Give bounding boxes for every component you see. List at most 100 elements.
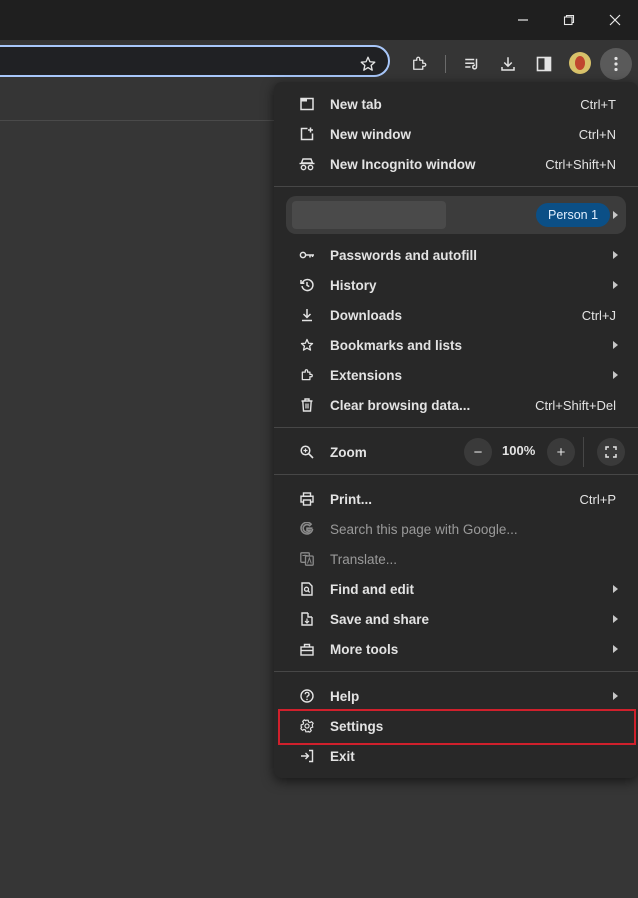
address-bar[interactable] <box>0 45 390 77</box>
menu-item-downloads[interactable]: Downloads Ctrl+J <box>274 300 638 330</box>
fullscreen-icon <box>605 446 617 458</box>
avatar[interactable] <box>569 52 591 74</box>
menu-label: New Incognito window <box>330 156 476 172</box>
print-icon <box>298 490 316 508</box>
title-bar <box>0 0 638 40</box>
zoom-label-item: Zoom <box>274 437 454 467</box>
menu-item-save-and-share[interactable]: Save and share <box>274 604 638 634</box>
key-icon <box>298 246 316 264</box>
toolbar <box>0 40 638 88</box>
chevron-right-icon <box>613 645 618 653</box>
close-button[interactable] <box>592 0 638 40</box>
profile-row[interactable]: Person 1 <box>286 196 626 234</box>
trash-icon <box>298 396 316 414</box>
chevron-right-icon <box>613 211 618 219</box>
menu-label: Translate... <box>330 551 398 567</box>
chevron-right-icon <box>613 341 618 349</box>
minimize-button[interactable] <box>500 0 546 40</box>
zoom-icon <box>298 443 316 461</box>
menu-label: Print... <box>330 491 373 507</box>
menu-label: Find and edit <box>330 581 414 597</box>
menu-label: More tools <box>330 641 399 657</box>
zoom-in-button[interactable]: + <box>547 438 575 466</box>
chrome-menu: New tab Ctrl+T New window Ctrl+N New Inc… <box>274 82 638 778</box>
more-vert-icon <box>614 56 618 72</box>
menu-separator <box>274 474 638 475</box>
menu-label: Zoom <box>330 444 367 460</box>
save-share-icon <box>298 610 316 628</box>
menu-item-passwords-autofill[interactable]: Passwords and autofill <box>274 240 638 270</box>
menu-shortcut: Ctrl+Shift+N <box>545 156 616 172</box>
chevron-right-icon <box>613 615 618 623</box>
menu-item-find-and-edit[interactable]: Find and edit <box>274 574 638 604</box>
download-icon <box>501 57 515 71</box>
menu-label: Help <box>330 688 360 704</box>
menu-shortcut: Ctrl+Shift+Del <box>535 397 616 413</box>
zoom-divider <box>583 437 584 467</box>
history-icon <box>298 276 316 294</box>
menu-separator <box>274 671 638 672</box>
toolbox-icon <box>298 640 316 658</box>
zoom-row: Zoom − 100% + <box>274 435 638 469</box>
exit-icon <box>298 747 316 765</box>
menu-shortcut: Ctrl+T <box>580 96 616 112</box>
extensions-icon <box>298 366 316 384</box>
google-icon <box>298 520 316 538</box>
extensions-button[interactable] <box>403 40 435 88</box>
menu-item-new-incognito-window[interactable]: New Incognito window Ctrl+Shift+N <box>274 149 638 179</box>
minimize-icon <box>518 19 528 21</box>
menu-item-translate: Translate... <box>274 544 638 574</box>
new-tab-icon <box>298 95 316 113</box>
menu-label: Exit <box>330 748 355 764</box>
menu-item-new-window[interactable]: New window Ctrl+N <box>274 119 638 149</box>
star-icon <box>298 336 316 354</box>
more-menu-button[interactable] <box>600 48 632 80</box>
bookmark-star-button[interactable] <box>352 40 384 88</box>
chevron-right-icon <box>613 585 618 593</box>
menu-item-new-tab[interactable]: New tab Ctrl+T <box>274 89 638 119</box>
star-icon <box>360 56 376 71</box>
menu-item-print[interactable]: Print... Ctrl+P <box>274 484 638 514</box>
zoom-value: 100% <box>502 443 536 458</box>
menu-item-bookmarks-lists[interactable]: Bookmarks and lists <box>274 330 638 360</box>
toolbar-divider <box>445 55 446 73</box>
restore-button[interactable] <box>546 0 592 40</box>
incognito-icon <box>298 155 316 173</box>
chevron-right-icon <box>613 251 618 259</box>
menu-shortcut: Ctrl+N <box>578 126 616 142</box>
profile-name-redacted <box>292 201 446 229</box>
extensions-icon <box>413 56 427 70</box>
menu-label: Bookmarks and lists <box>330 337 463 353</box>
menu-item-help[interactable]: Help <box>274 681 638 711</box>
new-window-icon <box>298 125 316 143</box>
settings-highlight-box <box>278 709 636 745</box>
chevron-right-icon <box>613 281 618 289</box>
chevron-right-icon <box>613 371 618 379</box>
find-icon <box>298 580 316 598</box>
zoom-out-button[interactable]: − <box>464 438 492 466</box>
menu-item-exit[interactable]: Exit <box>274 741 638 771</box>
menu-item-more-tools[interactable]: More tools <box>274 634 638 664</box>
menu-label: Downloads <box>330 307 403 323</box>
close-icon <box>609 14 621 26</box>
menu-item-clear-browsing-data[interactable]: Clear browsing data... Ctrl+Shift+Del <box>274 390 638 420</box>
menu-label: Passwords and autofill <box>330 247 478 263</box>
profile-badge: Person 1 <box>536 203 611 227</box>
menu-label: Clear browsing data... <box>330 397 471 413</box>
menu-label: Save and share <box>330 611 430 627</box>
menu-label: New window <box>330 126 411 142</box>
reading-list-icon <box>465 58 478 70</box>
side-panel-button[interactable] <box>528 40 560 88</box>
menu-shortcut: Ctrl+P <box>579 491 616 507</box>
translate-icon <box>298 550 316 568</box>
fullscreen-button[interactable] <box>597 438 625 466</box>
downloads-button[interactable] <box>492 40 524 88</box>
reading-list-button[interactable] <box>456 40 488 88</box>
help-icon <box>298 687 316 705</box>
menu-item-history[interactable]: History <box>274 270 638 300</box>
menu-separator <box>274 427 638 428</box>
menu-label: History <box>330 277 377 293</box>
menu-item-extensions[interactable]: Extensions <box>274 360 638 390</box>
menu-separator <box>274 186 638 187</box>
restore-icon <box>563 14 575 26</box>
